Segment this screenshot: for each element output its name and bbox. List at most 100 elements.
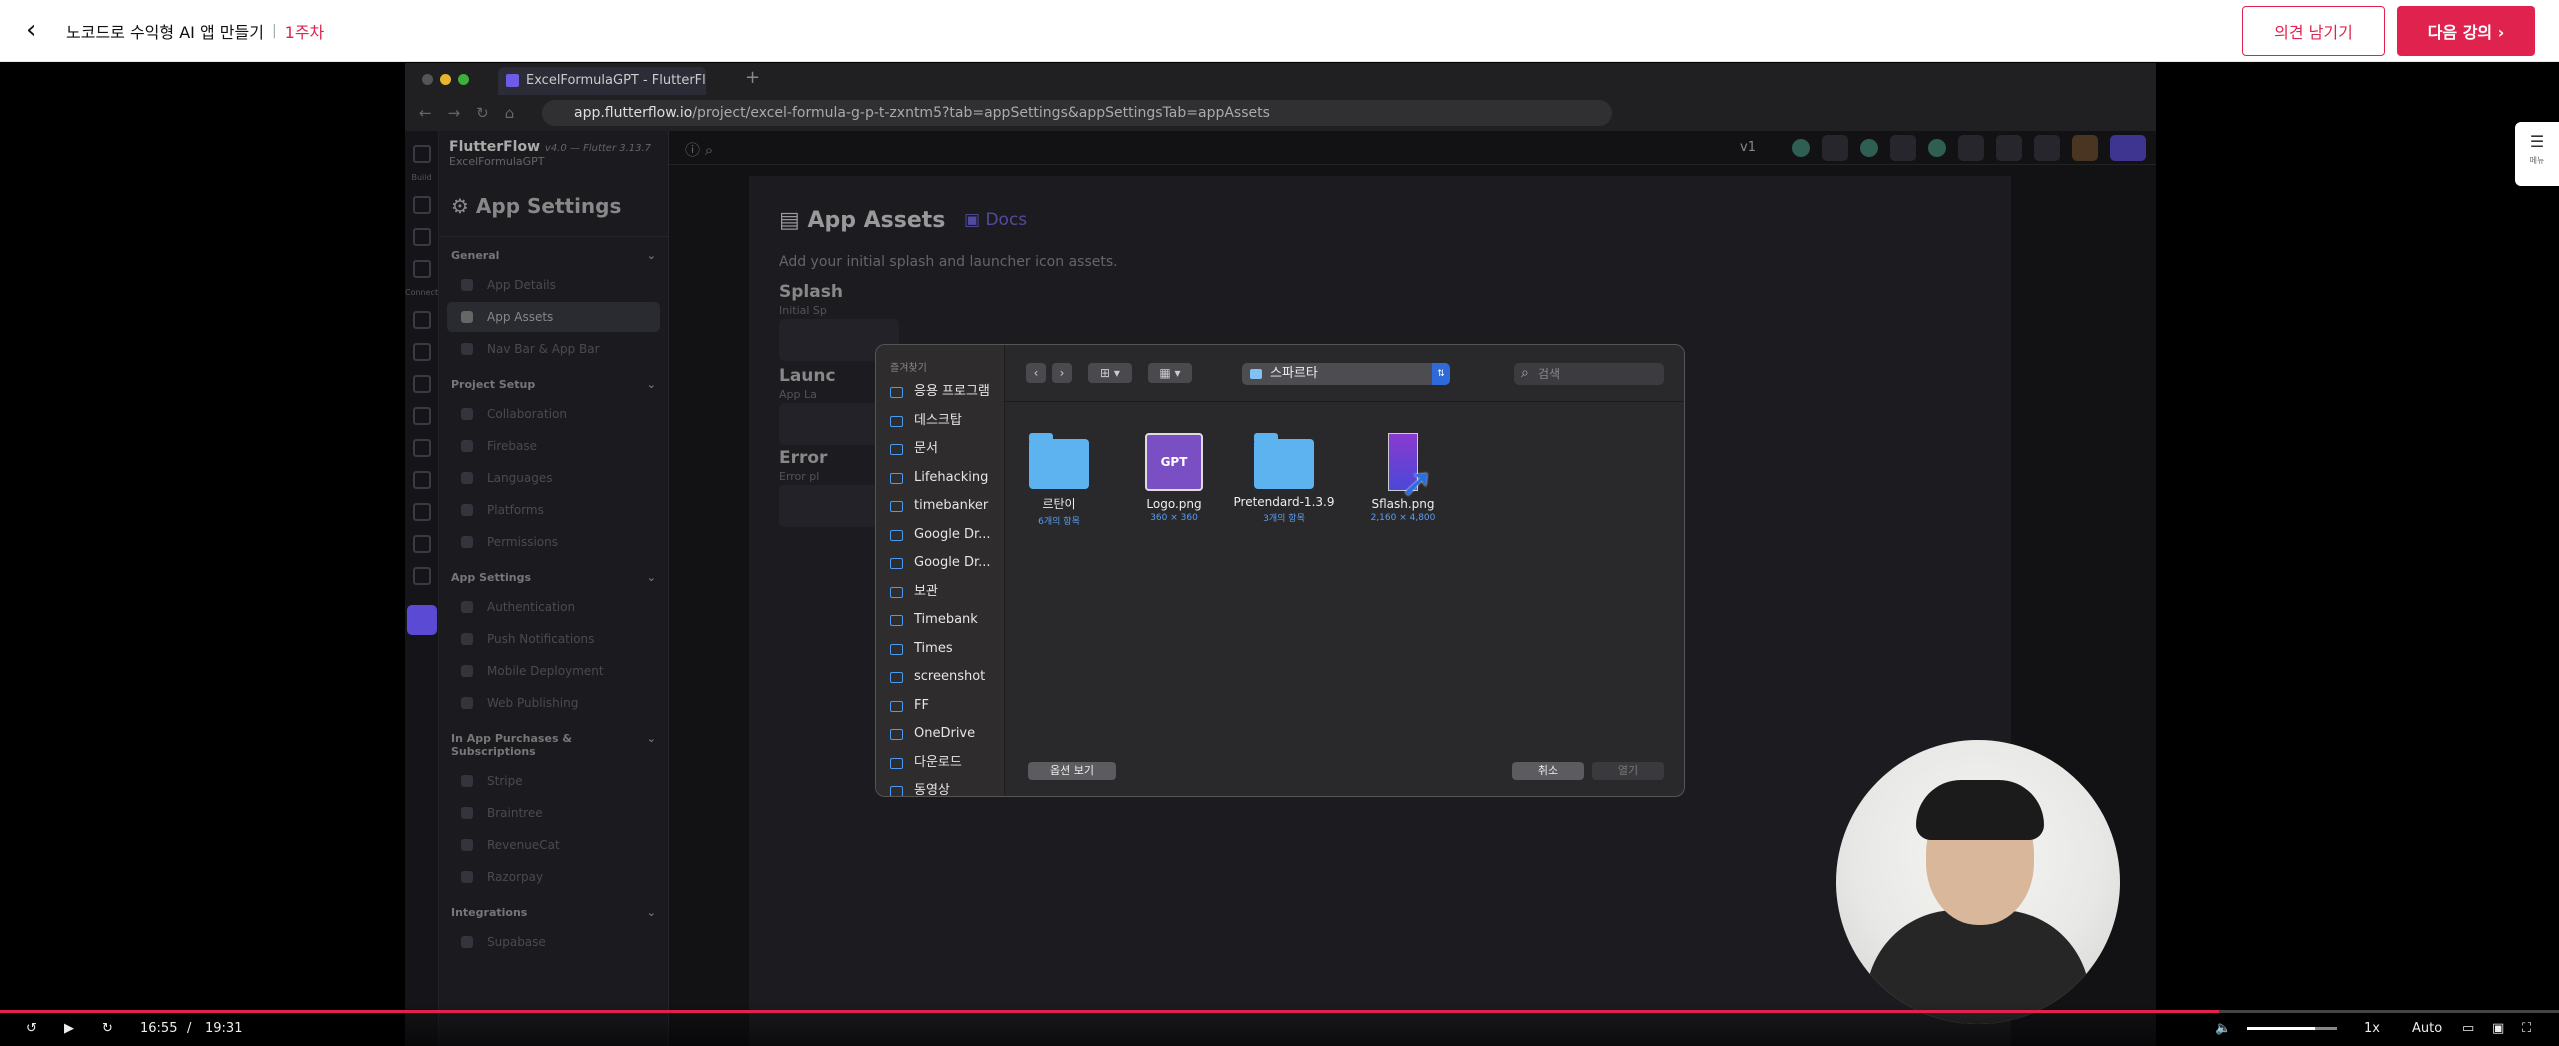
error-label: Error (779, 448, 828, 468)
file-meta: 2,160 × 4,800 (1370, 513, 1436, 523)
sidebar-item: Mobile Deployment (447, 656, 660, 686)
sidebar-item: Languages (447, 463, 660, 493)
open-button: 열기 (1592, 762, 1664, 780)
version-label: v4.0 — Flutter 3.13.7 (544, 143, 652, 154)
favorite-item: 응용 프로그램 (876, 378, 1004, 407)
volume-icon[interactable]: 🔈 (2215, 1021, 2231, 1036)
preview-eye-icon (2072, 135, 2098, 161)
section-header: Project Setup ⌄ (451, 378, 656, 391)
browser-tab: ExcelFormulaGPT - FlutterFlo (498, 67, 706, 95)
feedback-button[interactable]: 의견 남기기 (2242, 6, 2385, 56)
player-controls: ↺ ▶ ↻ 16:55 / 19:31 🔈 1x Auto ▭ ▣ ⛶ (0, 1003, 2559, 1046)
favorite-item: Google Dr... (876, 521, 1004, 550)
storyboard-icon (412, 228, 431, 246)
favorite-item: FF (876, 692, 1004, 721)
group-view-icon: ▦ ▾ (1148, 363, 1192, 383)
file-meta: 360 × 360 (1150, 513, 1198, 523)
toolbar-divider (1005, 401, 1684, 402)
floating-menu-button[interactable]: ☰ 메뉴 (2515, 122, 2559, 186)
logo-icon (412, 145, 431, 163)
page-title: ▤ App Assets (779, 208, 946, 233)
code-view-icon (1996, 135, 2022, 161)
volume-slider[interactable] (2247, 1027, 2337, 1030)
splash-sublabel: Initial Sp (779, 304, 827, 317)
folder-icon (890, 415, 903, 427)
chat-icon (1822, 135, 1848, 161)
widget-tree-icon (412, 196, 431, 214)
brand-name: FlutterFlow (449, 139, 541, 155)
branch-icon (1890, 135, 1916, 161)
database-icon (412, 311, 431, 329)
favorite-item: 다운로드 (876, 749, 1004, 778)
launcher-label: Launc (779, 366, 836, 386)
mouse-cursor-icon: ➚ (1400, 460, 1434, 506)
file-meta: 3개의 항목 (1263, 514, 1305, 524)
settings-sidebar: FlutterFlow v4.0 — Flutter 3.13.7 ExcelF… (439, 131, 669, 1046)
play-icon[interactable]: ▶ (64, 1021, 74, 1036)
open-external-icon (2034, 135, 2060, 161)
forward-chevron-icon: › (1052, 363, 1072, 383)
sidebar-item: Supabase (447, 927, 660, 957)
folder-icon (890, 387, 903, 398)
status-check-icon (1928, 139, 1946, 157)
favorite-item: 보관 (876, 578, 1004, 607)
test-icon (412, 535, 431, 553)
zoom-dot-icon (458, 74, 469, 85)
flutterflow-favicon-icon (506, 74, 519, 87)
favorite-item: 동영상 (876, 777, 1004, 796)
fullscreen-icon[interactable]: ⛶ (2522, 1021, 2531, 1036)
folder-icon (890, 786, 903, 796)
title-separator: | (271, 22, 277, 39)
file-item: 르탄이 6개의 항목 (1004, 433, 1114, 527)
nav-buttons-icon: ←→↻⌂ (419, 104, 531, 122)
page-icon (412, 260, 431, 278)
quality-button[interactable]: Auto (2412, 1021, 2442, 1036)
sidebar-item: App Details (447, 270, 660, 300)
agent-icon (412, 567, 431, 585)
sidebar-item: Collaboration (447, 399, 660, 429)
progress-bar[interactable] (0, 1010, 2559, 1013)
rail-label-connect: Connect (405, 288, 439, 297)
chevron-down-icon: ⌄ (646, 732, 656, 745)
favorite-item: timebanker (876, 492, 1004, 521)
progress-fill (0, 1010, 2219, 1013)
forward-10-icon[interactable]: ↻ (102, 1021, 113, 1036)
back-arrow-icon[interactable]: ‹ (26, 17, 50, 43)
api-icon (412, 343, 431, 361)
sidebar-item: Nav Bar & App Bar (447, 334, 660, 364)
next-lecture-button[interactable]: 다음 강의 › (2397, 6, 2535, 56)
stepper-icon: ⇅ (1432, 363, 1450, 385)
folder-icon (890, 529, 903, 541)
section-header: In App Purchases & Subscriptions ⌄ (451, 732, 656, 758)
sidebar-item: Razorpay (447, 862, 660, 892)
settings-sections: General ⌄ App Details App Assets Nav Bar & A… (439, 237, 668, 957)
splash-label: Splash (779, 282, 843, 302)
file-meta: 6개의 항목 (1038, 517, 1080, 527)
rewind-10-icon[interactable]: ↺ (26, 1021, 37, 1036)
url-path: /project/excel-formula-g-p-t-zxntm5?tab=… (692, 105, 1270, 121)
subtitles-icon[interactable]: ▭ (2462, 1021, 2474, 1036)
bug-icon (1958, 135, 1984, 161)
favorites-sidebar: 즐겨찾기 응용 프로그램 데스크탑 문서 Lifehacking timebanker G… (876, 345, 1005, 796)
chevron-down-icon: ⌄ (646, 571, 656, 584)
sidebar-item: App Assets (447, 302, 660, 332)
brand-block: FlutterFlow v4.0 — Flutter 3.13.7 ExcelF… (439, 131, 668, 176)
run-lightning-icon (2110, 135, 2146, 161)
chevron-down-icon: ⌄ (646, 249, 656, 262)
folder-icon (890, 444, 903, 455)
file-name: 르탄이 (1042, 497, 1076, 511)
icon-view-icon: ⊞ ▾ (1088, 363, 1132, 383)
sidebar-item: RevenueCat (447, 830, 660, 860)
theater-mode-icon[interactable]: ▣ (2492, 1021, 2504, 1036)
window-controls (422, 74, 469, 85)
chevron-down-icon: ⌄ (646, 378, 656, 391)
dialog-toolbar: ‹ › ⊞ ▾ ▦ ▾ (1026, 363, 1192, 383)
launcher-sublabel: App La (779, 388, 817, 401)
section-header: App Settings ⌄ (451, 571, 656, 584)
browser-tab-strip: ExcelFormulaGPT - FlutterFlo + (405, 63, 2156, 95)
sidebar-item: Web Publishing (447, 688, 660, 718)
favorite-item: Lifehacking (876, 464, 1004, 493)
state-icon (412, 375, 431, 393)
speed-button[interactable]: 1x (2364, 1021, 2380, 1036)
address-bar: ←→↻⌂ app.flutterflow.io/project/excel-fo… (405, 95, 2156, 131)
